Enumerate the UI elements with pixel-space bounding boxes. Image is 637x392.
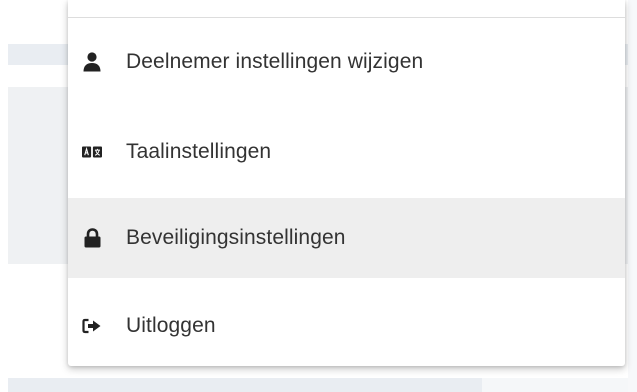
menu-item-label: Beveiligingsinstellingen [126,226,346,249]
menu-item-language-settings[interactable]: Taalinstellingen [68,112,625,192]
background-right-edge [628,0,637,392]
menu-item-edit-participant-settings[interactable]: Deelnemer instellingen wijzigen [68,22,625,102]
menu-divider [68,17,625,18]
menu-item-label: Deelnemer instellingen wijzigen [126,50,424,73]
language-icon [82,142,102,162]
page: Deelnemer instellingen wijzigen Taalinst… [0,0,637,392]
menu-item-label: Uitloggen [126,314,216,337]
menu-item-label: Taalinstellingen [126,140,272,163]
menu-item-logout[interactable]: Uitloggen [68,286,625,366]
user-dropdown-menu: Deelnemer instellingen wijzigen Taalinst… [68,0,625,366]
background-footer-strip-light [482,378,637,392]
sign-out-icon [82,316,102,336]
user-icon [82,52,102,72]
lock-icon [82,228,102,248]
menu-item-security-settings[interactable]: Beveiligingsinstellingen [68,198,625,278]
